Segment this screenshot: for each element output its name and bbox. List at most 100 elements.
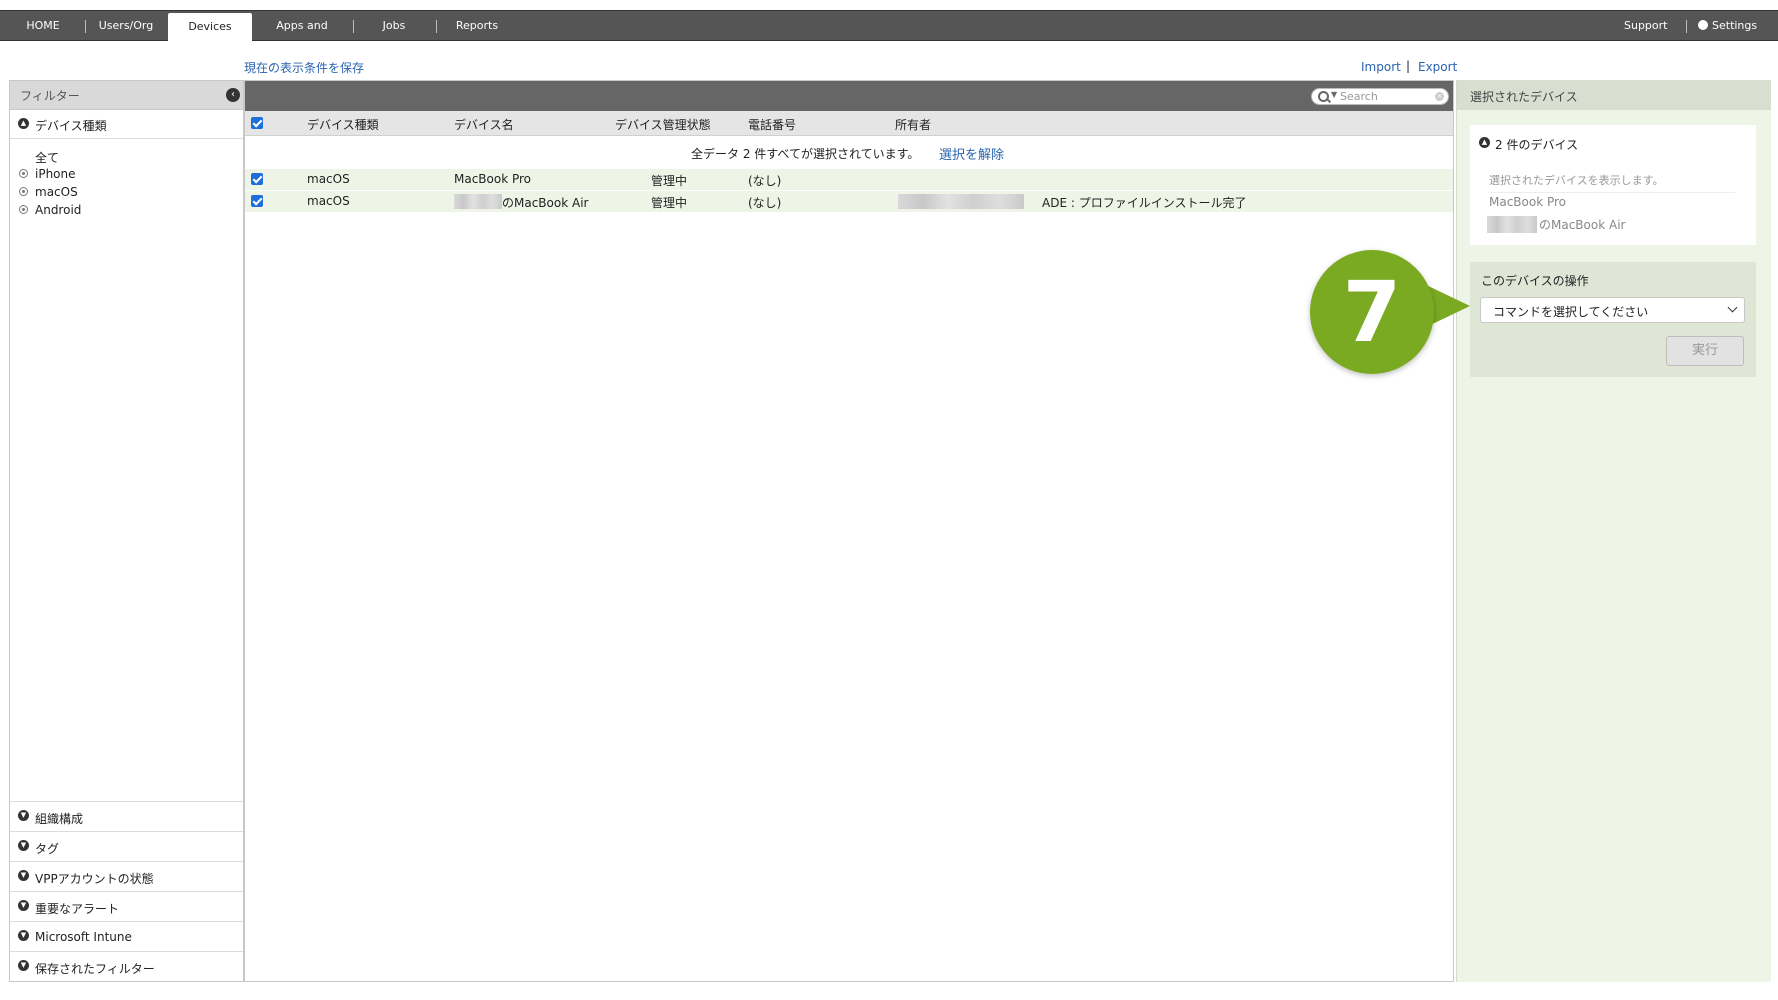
filter-header: フィルター ‹ (10, 81, 243, 110)
device-type-section[interactable]: ▲ デバイス種類 (10, 110, 243, 139)
section-microsoft-intune[interactable]: ▼ Microsoft Intune (10, 921, 243, 951)
selection-message-bar: 全データ 2 件すべてが選択されています。 選択を解除 (245, 136, 1453, 169)
filter-item-macos[interactable]: macOS (10, 183, 243, 201)
chevron-up-icon[interactable]: ▲ (1479, 137, 1490, 148)
search-icon (1318, 91, 1329, 102)
device-actions-card: このデバイスの操作 コマンドを選択してください 実行 (1470, 262, 1756, 377)
chevron-down-icon: ▼ (18, 840, 29, 851)
filter-item-label: 全て (35, 151, 60, 165)
device-type-section-label: デバイス種類 (35, 119, 107, 133)
chevron-up-icon: ▲ (18, 118, 29, 129)
redacted-owner (898, 194, 1024, 209)
support-link[interactable]: Support (1624, 11, 1667, 41)
section-tags[interactable]: ▼ タグ (10, 831, 243, 861)
import-link[interactable]: Import (1361, 60, 1401, 74)
cell-device-name[interactable]: のMacBook Air (502, 194, 588, 211)
row-checkbox[interactable] (251, 195, 263, 207)
tab-home[interactable]: HOME (13, 11, 73, 41)
cell-phone-number: (なし) (748, 196, 782, 210)
nav-separator (436, 20, 437, 33)
table-row[interactable]: macOS のMacBook Air 管理中 (なし) ADE : プロファイル… (245, 191, 1453, 213)
col-management-status[interactable]: デバイス管理状態 (615, 116, 711, 133)
search-input[interactable]: ▼ Search × (1311, 88, 1449, 105)
chevron-down-icon: ▼ (18, 900, 29, 911)
app-window: HOME Users/Org Devices Apps and Books Jo… (0, 0, 1778, 1000)
tab-apps-and-books[interactable]: Apps and Books (258, 11, 346, 62)
redacted-name-prefix (1487, 216, 1537, 233)
selected-hint: 選択されたデバイスを表示します。 (1489, 172, 1735, 193)
selected-device-item: のMacBook Air (1539, 218, 1626, 232)
filter-item-label: iPhone (35, 167, 76, 181)
section-label: VPPアカウントの状態 (35, 872, 154, 886)
filter-item-all[interactable]: 全て (10, 147, 243, 165)
table-header: デバイス種類 デバイス名 デバイス管理状態 電話番号 所有者 (245, 111, 1453, 136)
nav-separator (85, 20, 86, 33)
chevron-down-icon (1727, 302, 1738, 313)
cell-note: ADE : プロファイルインストール完了 (1042, 196, 1247, 210)
row-checkbox[interactable] (251, 173, 263, 185)
section-saved-filters[interactable]: ▼ 保存されたフィルター (10, 951, 243, 981)
filter-sections: ▼ 組織構成 ▼ タグ ▼ VPPアカウントの状態 ▼ 重要なアラート ▼ Microso… (10, 801, 243, 981)
redacted-name-prefix (454, 194, 502, 209)
select-all-checkbox[interactable] (251, 117, 263, 129)
settings-label: Settings (1712, 19, 1758, 32)
search-placeholder: Search (1340, 90, 1378, 103)
clear-icon[interactable]: × (1435, 92, 1444, 101)
col-phone-number[interactable]: 電話番号 (748, 116, 796, 133)
cell-management-status: 管理中 (651, 196, 688, 210)
filter-panel: フィルター ‹ ▲ デバイス種類 全て iPhone macOS Android… (9, 80, 244, 982)
radio-icon (19, 187, 28, 196)
run-button[interactable]: 実行 (1666, 336, 1744, 366)
selected-count: 2 件のデバイス (1495, 138, 1579, 152)
filter-item-label: Android (35, 203, 82, 217)
cell-device-name[interactable]: MacBook Pro (454, 172, 531, 186)
export-link[interactable]: Export (1418, 60, 1457, 74)
gear-icon (1698, 20, 1708, 30)
section-org-structure[interactable]: ▼ 組織構成 (10, 801, 243, 831)
selected-device-item: MacBook Pro (1489, 195, 1567, 209)
radio-icon (19, 169, 28, 178)
clear-selection-link[interactable]: 選択を解除 (939, 144, 1004, 163)
section-critical-alerts[interactable]: ▼ 重要なアラート (10, 891, 243, 921)
device-list-panel: ▼ Search × デバイス種類 デバイス名 デバイス管理状態 電話番号 所有… (244, 80, 1454, 982)
collapse-left-icon[interactable]: ‹ (226, 88, 240, 102)
col-device-type[interactable]: デバイス種類 (307, 116, 379, 133)
selected-devices-header: 選択されたデバイス (1457, 80, 1771, 110)
cell-device-type: macOS (307, 172, 350, 186)
cell-management-status: 管理中 (651, 174, 688, 188)
section-label: 組織構成 (35, 812, 84, 826)
selected-devices-panel: 選択されたデバイス ▲ 2 件のデバイス 選択されたデバイスを表示します。 Ma… (1456, 80, 1771, 982)
settings-link[interactable]: Settings (1698, 11, 1757, 41)
selected-devices-card: ▲ 2 件のデバイス 選択されたデバイスを表示します。 MacBook Pro … (1470, 125, 1756, 245)
section-vpp-account[interactable]: ▼ VPPアカウントの状態 (10, 861, 243, 891)
section-label: Microsoft Intune (35, 930, 132, 944)
filter-item-iphone[interactable]: iPhone (10, 165, 243, 183)
command-select[interactable]: コマンドを選択してください (1480, 297, 1745, 323)
section-label: 保存されたフィルター (35, 962, 155, 976)
list-toolbar: ▼ Search × (245, 81, 1453, 111)
nav-separator (353, 20, 354, 33)
cell-phone-number: (なし) (748, 174, 782, 188)
filter-title: フィルター (20, 89, 80, 103)
save-view-link[interactable]: 現在の表示条件を保存 (244, 59, 364, 76)
filter-item-label: macOS (35, 185, 78, 199)
tab-users-org[interactable]: Users/Org (94, 11, 158, 41)
selected-devices-title: 選択されたデバイス (1470, 90, 1578, 104)
step-callout-badge: 7 (1310, 250, 1434, 374)
caret-down-icon[interactable]: ▼ (1331, 90, 1337, 99)
section-label: タグ (35, 842, 60, 856)
tab-devices[interactable]: Devices (168, 13, 252, 46)
chevron-down-icon: ▼ (18, 810, 29, 821)
cell-device-type: macOS (307, 194, 350, 208)
table-row[interactable]: macOS MacBook Pro 管理中 (なし) (245, 169, 1453, 191)
col-device-name[interactable]: デバイス名 (454, 116, 514, 133)
tab-jobs[interactable]: Jobs (370, 11, 418, 41)
col-owner[interactable]: 所有者 (895, 116, 931, 133)
device-type-filter-list: 全て iPhone macOS Android (10, 147, 243, 219)
filter-item-android[interactable]: Android (10, 201, 243, 219)
radio-icon (19, 205, 28, 214)
chevron-down-icon: ▼ (18, 870, 29, 881)
top-nav: HOME Users/Org Devices Apps and Books Jo… (0, 10, 1778, 62)
tab-reports[interactable]: Reports (452, 11, 502, 41)
command-select-value: コマンドを選択してください (1493, 305, 1649, 319)
